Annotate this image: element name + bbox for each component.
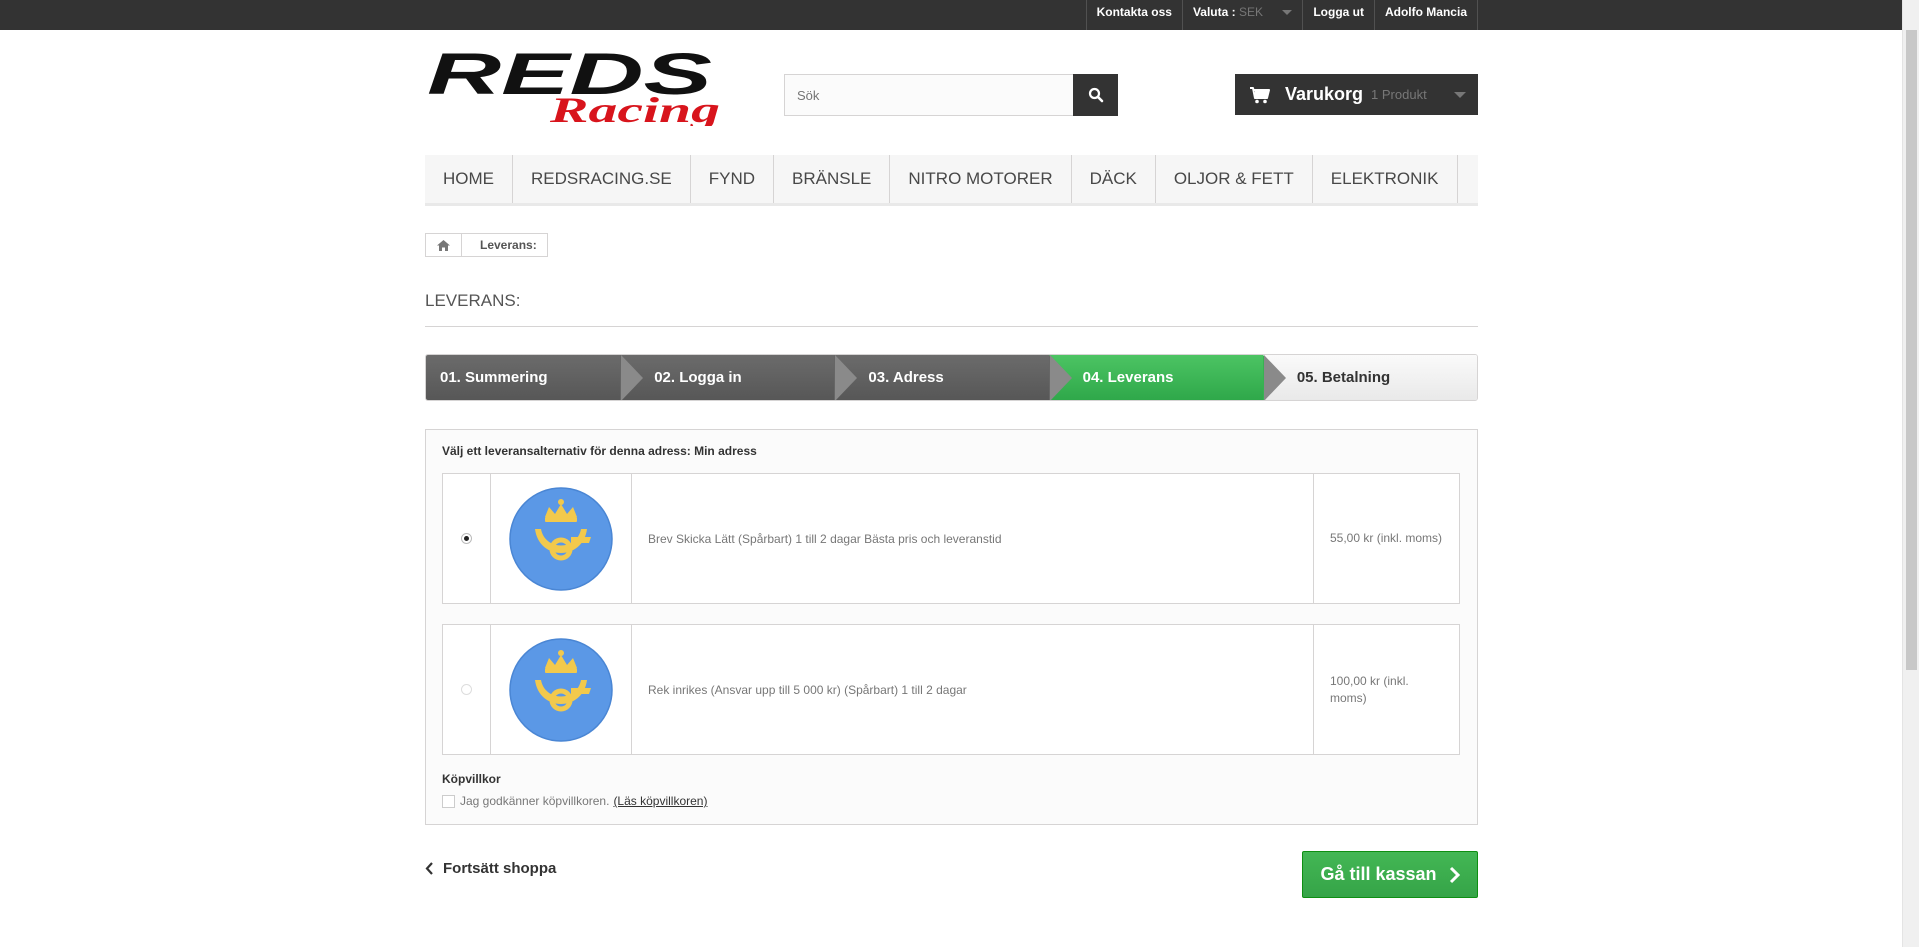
currency-label: Valuta : (1192, 5, 1236, 19)
page-scrollbar[interactable] (1902, 0, 1919, 947)
step-arrow (834, 355, 857, 400)
cart-label: Varukorg (1285, 84, 1364, 104)
delivery-radio[interactable] (461, 533, 472, 544)
home-icon (437, 239, 450, 251)
breadcrumb: Leverans: (425, 233, 548, 257)
step-login[interactable]: 02. Logga in (620, 355, 857, 400)
continue-shopping-link[interactable]: Fortsätt shoppa (425, 860, 556, 877)
delivery-options-box: Välj ett leveransalternativ för denna ad… (425, 429, 1478, 825)
breadcrumb-current: Leverans: (480, 238, 537, 252)
checkout-button[interactable]: Gå till kassan (1302, 851, 1478, 898)
step-arrow (1048, 355, 1071, 400)
terms-row: Jag godkänner köpvillkoren. (Läs köpvill… (442, 794, 707, 808)
search-bar (784, 74, 1118, 116)
chevron-left-icon (425, 862, 433, 875)
checkout-label: Gå till kassan (1320, 864, 1437, 884)
radio-cell (443, 474, 491, 603)
carrier-logo-cell (491, 474, 632, 603)
account-link[interactable]: Adolfo Mancia (1373, 0, 1478, 30)
chevron-down-icon (1282, 10, 1293, 16)
menu-item-dack[interactable]: DÄCK (1072, 155, 1156, 203)
shopping-cart-icon (1250, 86, 1270, 103)
reds-racing-logo: REDS Racing (427, 42, 720, 130)
postnord-logo-icon (509, 486, 613, 591)
contact-link[interactable]: Kontakta oss (1085, 0, 1182, 30)
breadcrumb-home[interactable] (426, 234, 462, 256)
menu-item-redsracing[interactable]: REDSRACING.SE (513, 155, 691, 203)
delivery-option[interactable]: Rek inrikes (Ansvar upp till 5 000 kr) (… (442, 624, 1460, 755)
step-arrow (620, 355, 643, 400)
search-button[interactable] (1073, 74, 1118, 116)
step-label: 02. Logga in (654, 369, 742, 386)
delivery-intro: Välj ett leveransalternativ för denna ad… (442, 444, 757, 458)
postnord-logo-icon (509, 637, 613, 742)
step-label: 04. Leverans (1082, 369, 1174, 386)
currency-selector[interactable]: Valuta : SEK (1181, 0, 1302, 30)
currency-value: SEK (1238, 5, 1263, 19)
checkout-steps: 01. Summering 02. Logga in 03. Adress 04… (425, 354, 1478, 401)
step-label: 05. Betalning (1296, 369, 1391, 386)
terms-link[interactable]: (Läs köpvillkoren) (613, 794, 707, 808)
cart-quantity: 1 Produkt (1371, 87, 1427, 102)
step-payment: 05. Betalning (1262, 355, 1477, 400)
cart-button[interactable]: Varukorg 1 Produkt (1235, 74, 1478, 115)
site-logo[interactable]: REDS Racing (425, 42, 735, 130)
delivery-description: Brev Skicka Lätt (Spårbart) 1 till 2 dag… (632, 474, 1314, 603)
chevron-right-icon (1449, 866, 1460, 883)
chevron-down-icon (1454, 92, 1466, 98)
step-label: 03. Adress (868, 369, 944, 386)
delivery-option[interactable]: Brev Skicka Lätt (Spårbart) 1 till 2 dag… (442, 473, 1460, 604)
menu-item-elektronik[interactable]: ELEKTRONIK (1313, 155, 1458, 203)
delivery-price: 55,00 kr (inkl. moms) (1330, 531, 1443, 545)
scrollbar-thumb[interactable] (1906, 30, 1917, 670)
step-label: 01. Summering (440, 369, 548, 386)
menu-item-nitro-motorer[interactable]: NITRO MOTORER (890, 155, 1072, 203)
main-menu: HOME REDSRACING.SE FYND BRÄNSLE NITRO MO… (425, 155, 1478, 206)
menu-item-bransle[interactable]: BRÄNSLE (774, 155, 891, 203)
terms-checkbox[interactable] (442, 794, 455, 808)
step-arrow (1262, 355, 1285, 400)
carrier-logo-cell (491, 625, 632, 754)
logo-text-racing: Racing (548, 90, 720, 126)
terms-text: Jag godkänner köpvillkoren. (460, 794, 610, 808)
top-bar: Kontakta oss Valuta : SEK Logga ut Adolf… (0, 0, 1919, 30)
delivery-price: 100,00 kr (inkl. moms) (1330, 673, 1409, 705)
step-summary[interactable]: 01. Summering (426, 355, 643, 400)
radio-cell (443, 625, 491, 754)
step-address[interactable]: 03. Adress (834, 355, 1071, 400)
delivery-radio[interactable] (461, 684, 472, 695)
search-icon (1088, 87, 1103, 103)
delivery-description: Rek inrikes (Ansvar upp till 5 000 kr) (… (632, 625, 1314, 754)
menu-item-fynd[interactable]: FYND (691, 155, 775, 203)
continue-shopping-label: Fortsätt shoppa (443, 860, 557, 877)
search-input[interactable] (784, 74, 1073, 116)
logout-link[interactable]: Logga ut (1302, 0, 1374, 30)
page-title: LEVERANS: (425, 290, 1478, 327)
terms-title: Köpvillkor (442, 772, 501, 786)
menu-item-home[interactable]: HOME (425, 155, 513, 203)
menu-item-oljor-fett[interactable]: OLJOR & FETT (1156, 155, 1313, 203)
top-links: Kontakta oss Valuta : SEK Logga ut Adolf… (1085, 0, 1478, 30)
step-shipping: 04. Leverans (1048, 355, 1285, 400)
